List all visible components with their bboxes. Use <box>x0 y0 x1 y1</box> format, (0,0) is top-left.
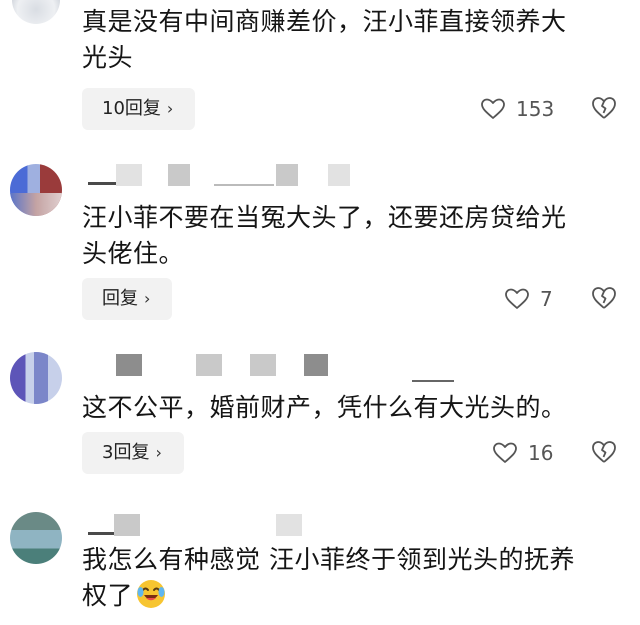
reply-label: 回复 <box>102 288 138 309</box>
comment-text: 我怎么有种感觉 汪小菲终于领到光头的抚养 权了 <box>82 542 622 614</box>
replies-label: 10回复 <box>102 98 161 119</box>
avatar[interactable] <box>12 0 60 24</box>
broken-heart-icon <box>590 95 618 121</box>
comment-text-line: 我怎么有种感觉 汪小菲终于领到光头的抚养 <box>82 545 575 574</box>
dislike-button[interactable] <box>590 439 618 467</box>
comment-text-line: 这不公平，婚前财产，凭什么有大光头的。 <box>82 393 567 422</box>
comment-text-line: 汪小菲不要在当冤大头了，还要还房贷给光 <box>82 203 567 232</box>
dislike-button[interactable] <box>590 285 618 313</box>
like-button[interactable]: 16 <box>492 438 553 468</box>
dislike-button[interactable] <box>590 95 618 123</box>
like-count: 153 <box>516 97 555 121</box>
chevron-right-icon: › <box>166 99 174 118</box>
comment-text-fragment: 权了 <box>82 581 134 610</box>
heart-outline-icon <box>504 287 530 311</box>
broken-heart-icon <box>590 285 618 311</box>
comment-text-line: 头佬住。 <box>82 239 185 268</box>
comment-text-line: 权了 <box>82 578 622 614</box>
username-blurred[interactable] <box>82 354 454 382</box>
chevron-right-icon: › <box>144 289 151 308</box>
laughing-crying-emoji <box>135 578 167 610</box>
replies-button[interactable]: 3回复 › <box>82 432 184 474</box>
comment-text: 汪小菲不要在当冤大头了，还要还房贷给光 头佬住。 <box>82 200 622 272</box>
like-count: 7 <box>540 287 553 311</box>
comment-text: 真是没有中间商赚差价，汪小菲直接领养大 光头 <box>82 4 622 76</box>
heart-outline-icon <box>480 97 506 121</box>
broken-heart-icon <box>590 439 618 465</box>
username-blurred[interactable] <box>82 514 322 536</box>
like-button[interactable]: 7 <box>504 284 553 314</box>
replies-label: 3回复 <box>102 442 150 463</box>
username-blurred[interactable] <box>82 164 362 186</box>
avatar[interactable] <box>10 164 62 216</box>
avatar[interactable] <box>10 352 62 404</box>
comment-text: 这不公平，婚前财产，凭什么有大光头的。 <box>82 390 622 426</box>
like-count: 16 <box>528 441 554 465</box>
comment-text-line: 真是没有中间商赚差价，汪小菲直接领养大 <box>82 7 567 36</box>
reply-button[interactable]: 回复 › <box>82 278 173 320</box>
comment-text-line: 光头 <box>82 43 134 72</box>
like-button[interactable]: 153 <box>480 94 554 124</box>
heart-outline-icon <box>492 441 518 465</box>
chevron-right-icon: › <box>155 443 162 462</box>
replies-button[interactable]: 10回复 › <box>82 88 196 130</box>
avatar[interactable] <box>10 512 62 564</box>
comment-list: 真是没有中间商赚差价，汪小菲直接领养大 光头 10回复 › 153 汪小菲不要在… <box>0 0 640 625</box>
